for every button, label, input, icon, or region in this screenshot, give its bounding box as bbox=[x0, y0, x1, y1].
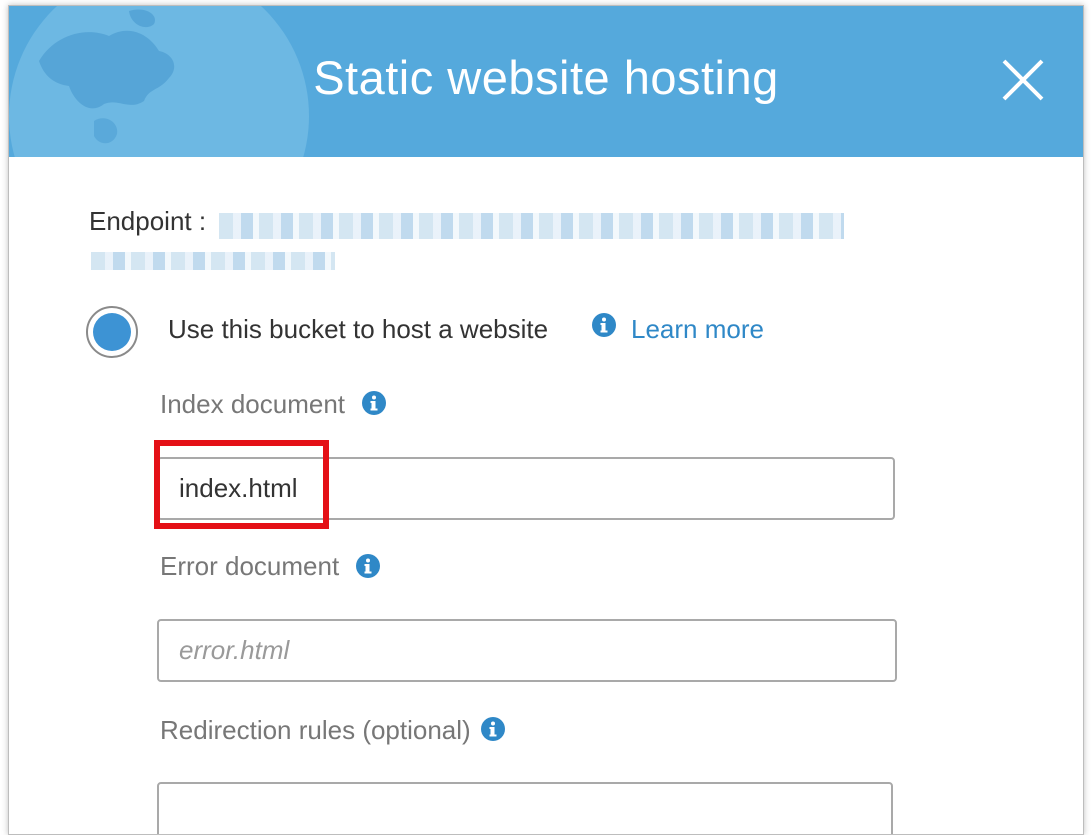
info-icon[interactable] bbox=[361, 390, 387, 416]
dialog-header: Static website hosting bbox=[9, 6, 1083, 157]
endpoint-url-redacted-line2 bbox=[91, 252, 335, 270]
info-icon[interactable] bbox=[591, 312, 617, 338]
close-icon bbox=[1002, 59, 1044, 101]
endpoint-url-redacted bbox=[219, 213, 844, 239]
error-document-input[interactable]: error.html bbox=[157, 619, 897, 682]
host-website-radio[interactable] bbox=[86, 306, 138, 358]
index-document-label: Index document bbox=[160, 389, 346, 419]
static-website-hosting-dialog: Static website hosting Endpoint : Use th… bbox=[8, 5, 1084, 835]
learn-more-link[interactable]: Learn more bbox=[631, 314, 764, 345]
info-icon[interactable] bbox=[355, 553, 381, 579]
endpoint-label: Endpoint : bbox=[89, 206, 207, 236]
host-website-label: Use this bucket to host a website bbox=[168, 314, 549, 344]
highlight-box bbox=[154, 440, 329, 529]
radio-selected-dot bbox=[93, 313, 131, 351]
dialog-title: Static website hosting bbox=[313, 51, 779, 104]
redirection-rules-textarea[interactable] bbox=[157, 782, 893, 834]
close-button[interactable] bbox=[1001, 58, 1045, 102]
info-icon[interactable] bbox=[480, 716, 506, 742]
error-document-label: Error document bbox=[160, 551, 340, 581]
redirection-rules-label: Redirection rules (optional) bbox=[160, 715, 471, 745]
